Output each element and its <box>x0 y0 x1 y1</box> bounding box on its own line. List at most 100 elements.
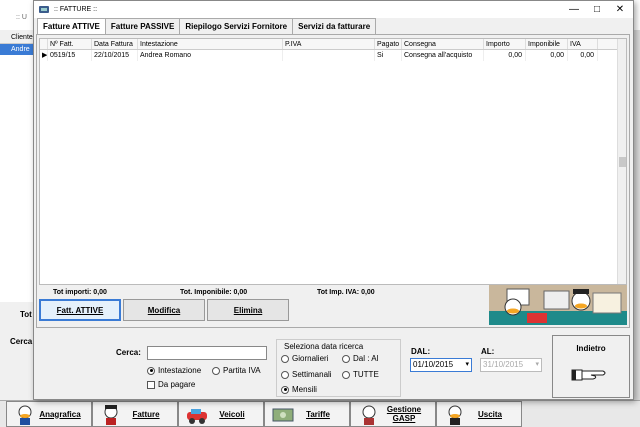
column-header[interactable]: Imponibile <box>526 39 568 49</box>
close-button[interactable]: ✕ <box>610 3 630 17</box>
radio-tutte-label: TUTTE <box>353 370 379 379</box>
da-pagare-label: Da pagare <box>158 380 196 389</box>
uscita-label: Uscita <box>477 409 502 419</box>
action-buttons: Fatt. ATTIVE Modifica Elimina <box>39 299 291 321</box>
background-grid-row[interactable]: Andre <box>0 44 35 55</box>
column-header[interactable]: Data Fattura <box>92 39 138 49</box>
column-header[interactable]: Nº Fatt. <box>48 39 92 49</box>
column-header[interactable]: Importo <box>484 39 526 49</box>
tab-fatture-passive[interactable]: Fatture PASSIVE <box>104 18 181 34</box>
background-grid-header: Cliente <box>0 32 35 44</box>
radio-button[interactable] <box>281 354 289 363</box>
app-icon <box>39 6 49 13</box>
checkbox[interactable] <box>147 380 155 389</box>
radio-button-selected[interactable] <box>147 366 155 375</box>
scrollbar-thumb[interactable] <box>619 157 626 167</box>
duck-icon <box>448 405 462 425</box>
cell-importo[interactable]: 0,00 <box>484 50 526 61</box>
column-header[interactable]: Intestazione <box>138 39 283 49</box>
background-cerca-label: Cerca: <box>10 337 35 346</box>
elimina-button[interactable]: Elimina <box>207 299 289 321</box>
column-header[interactable]: Pagato <box>375 39 402 49</box>
cell-num[interactable]: 0519/15 <box>48 50 92 61</box>
cell-data[interactable]: 22/10/2015 <box>92 50 138 61</box>
vertical-scrollbar[interactable] <box>617 39 626 284</box>
pointing-hand-icon <box>571 369 606 381</box>
radio-intestazione[interactable]: Intestazione <box>147 366 201 375</box>
radio-button[interactable] <box>212 366 220 375</box>
al-date-value: 31/10/2015 <box>483 360 524 369</box>
gestione-gasp-button[interactable]: Gestione GASP <box>350 401 436 427</box>
tab-bar: Fatture ATTIVE Fatture PASSIVE Riepilogo… <box>37 18 377 34</box>
column-header-marker <box>40 39 48 49</box>
veicoli-button[interactable]: Veicoli <box>178 401 264 427</box>
background-tot-label: Tot <box>20 310 32 319</box>
veicoli-label: Veicoli <box>219 409 245 419</box>
radio-partita-iva-label: Partita IVA <box>223 366 261 375</box>
radio-mensili[interactable]: Mensili <box>281 385 317 394</box>
table-row[interactable]: ▶ 0519/15 22/10/2015 Andrea Romano Si Co… <box>40 50 626 61</box>
tab-servizi-da-fatturare[interactable]: Servizi da fatturare <box>292 18 377 34</box>
radio-dal-al[interactable]: Dal : Al <box>342 354 378 363</box>
cell-piva[interactable] <box>283 50 375 61</box>
tariffe-button[interactable]: Tariffe <box>264 401 350 427</box>
fatture-button[interactable]: Fatture <box>92 401 178 427</box>
radio-partita-iva[interactable]: Partita IVA <box>212 366 261 375</box>
radio-giornalieri[interactable]: Giornalieri <box>281 354 328 363</box>
tot-imp-iva: Tot Imp. IVA: 0,00 <box>317 289 375 296</box>
tab-panel: Nº Fatt. Data Fattura Intestazione P.IVA… <box>36 34 630 328</box>
fatture-label: Fatture <box>132 409 160 419</box>
radio-mensili-label: Mensili <box>292 385 317 394</box>
cell-intestazione[interactable]: Andrea Romano <box>138 50 283 61</box>
search-input[interactable] <box>147 346 267 360</box>
column-header[interactable]: P.IVA <box>283 39 375 49</box>
main-toolbar: Anagrafica Fatture Veicoli Tariffe Gesti… <box>0 400 640 427</box>
background-title: :: U <box>16 14 27 21</box>
radio-button[interactable] <box>342 370 350 379</box>
minimize-button[interactable]: — <box>564 3 584 17</box>
cell-consegna[interactable]: Consegna all'acquisto <box>402 50 484 61</box>
radio-settimanali[interactable]: Settimanali <box>281 370 332 379</box>
dal-date-picker[interactable]: 01/10/2015 ▾ <box>410 358 472 372</box>
car-icon <box>187 409 207 424</box>
gestione-gasp-label: Gestione GASP <box>386 405 422 423</box>
window-title: :: FATTURE :: <box>54 6 98 13</box>
al-date-picker[interactable]: 31/10/2015 ▾ <box>480 358 542 372</box>
radio-button[interactable] <box>342 354 350 363</box>
duck-icon <box>18 405 32 425</box>
cell-iva[interactable]: 0,00 <box>568 50 598 61</box>
radio-intestazione-label: Intestazione <box>158 366 202 375</box>
tot-imponibile: Tot. Imponibile: 0,00 <box>180 289 248 296</box>
anagrafica-label: Anagrafica <box>39 409 81 419</box>
uscita-button[interactable]: Uscita <box>436 401 522 427</box>
fatt-attive-button[interactable]: Fatt. ATTIVE <box>39 299 121 321</box>
indietro-button[interactable]: Indietro <box>552 335 630 398</box>
radio-tutte[interactable]: TUTTE <box>342 370 379 379</box>
tot-importi: Tot importi: 0,00 <box>53 289 107 296</box>
money-icon <box>272 408 294 422</box>
column-header[interactable]: Consegna <box>402 39 484 49</box>
dal-date-value: 01/10/2015 <box>413 360 454 369</box>
maximize-button[interactable]: □ <box>587 3 607 17</box>
cell-imponibile[interactable]: 0,00 <box>526 50 568 61</box>
dal-label: DAL: <box>411 347 431 356</box>
cell-pagato[interactable]: Si <box>375 50 402 61</box>
search-panel: Cerca: Intestazione Partita IVA Da pagar… <box>34 331 633 399</box>
tariffe-label: Tariffe <box>306 409 330 419</box>
invoices-grid[interactable]: Nº Fatt. Data Fattura Intestazione P.IVA… <box>39 38 627 285</box>
al-label: AL: <box>481 347 495 356</box>
tab-fatture-attive[interactable]: Fatture ATTIVE <box>37 18 106 34</box>
modifica-button[interactable]: Modifica <box>123 299 205 321</box>
grid-header: Nº Fatt. Data Fattura Intestazione P.IVA… <box>40 39 626 50</box>
anagrafica-button[interactable]: Anagrafica <box>6 401 92 427</box>
chevron-down-icon[interactable]: ▾ <box>535 359 539 371</box>
radio-giornalieri-label: Giornalieri <box>292 354 329 363</box>
background-grid: Cliente Andre <box>0 32 36 302</box>
cerca-label: Cerca: <box>116 348 141 357</box>
column-header[interactable]: IVA <box>568 39 598 49</box>
checkbox-da-pagare[interactable]: Da pagare <box>147 380 195 389</box>
radio-button[interactable] <box>281 370 289 379</box>
tab-riepilogo-servizi[interactable]: Riepilogo Servizi Fornitore <box>179 18 294 34</box>
radio-button-selected[interactable] <box>281 385 289 394</box>
chevron-down-icon[interactable]: ▾ <box>465 359 469 371</box>
